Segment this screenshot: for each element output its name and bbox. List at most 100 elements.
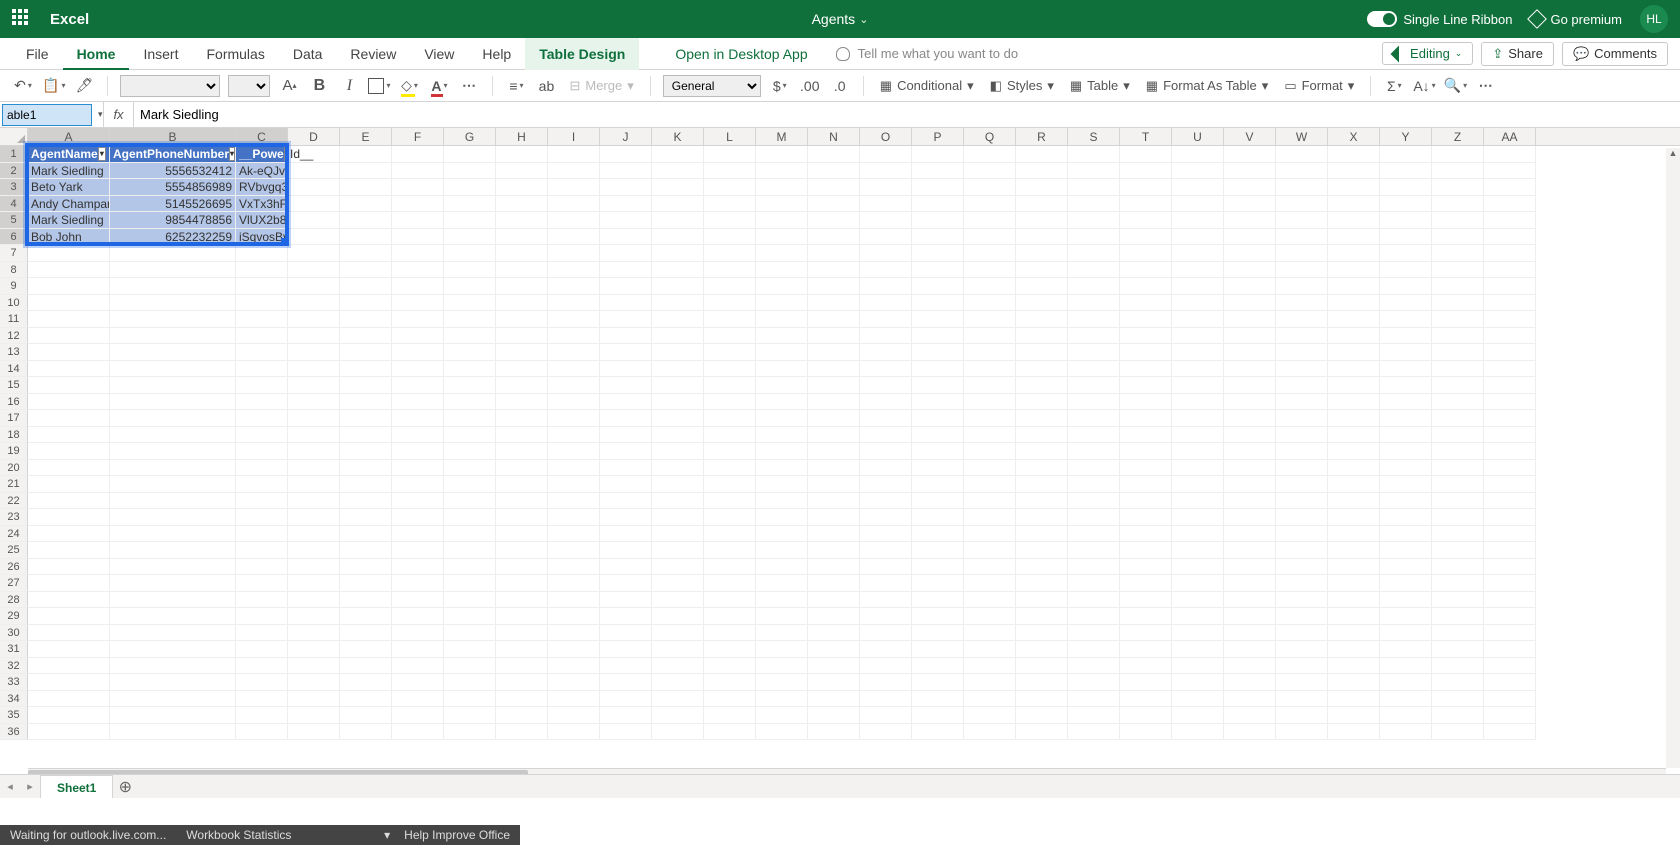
cell-Z17[interactable] [1432,410,1484,427]
cell-X36[interactable] [1328,724,1380,741]
cell-O2[interactable] [860,163,912,180]
cell-O14[interactable] [860,361,912,378]
column-header-A[interactable]: A [28,128,110,145]
cell-Y24[interactable] [1380,526,1432,543]
cell-U23[interactable] [1172,509,1224,526]
column-header-C[interactable]: C [236,128,288,145]
wrap-text-button[interactable]: ab [535,74,557,98]
cell-W31[interactable] [1276,641,1328,658]
cell-Z28[interactable] [1432,592,1484,609]
cell-J27[interactable] [600,575,652,592]
cell-L23[interactable] [704,509,756,526]
cell-AA20[interactable] [1484,460,1536,477]
cell-C29[interactable] [236,608,288,625]
cell-G20[interactable] [444,460,496,477]
cell-W21[interactable] [1276,476,1328,493]
cell-Q33[interactable] [964,674,1016,691]
cell-X5[interactable] [1328,212,1380,229]
row-header-33[interactable]: 33 [0,674,28,691]
cell-I11[interactable] [548,311,600,328]
cell-E26[interactable] [340,559,392,576]
cell-A1[interactable]: AgentName▾ [28,146,110,163]
cell-K22[interactable] [652,493,704,510]
cell-Q34[interactable] [964,691,1016,708]
cell-P25[interactable] [912,542,964,559]
cell-P5[interactable] [912,212,964,229]
cell-X11[interactable] [1328,311,1380,328]
cell-J18[interactable] [600,427,652,444]
cell-M1[interactable] [756,146,808,163]
cell-C5[interactable]: VlUX2b8E [236,212,288,229]
cell-P34[interactable] [912,691,964,708]
cell-Y31[interactable] [1380,641,1432,658]
select-all-corner[interactable] [0,128,28,145]
cell-H8[interactable] [496,262,548,279]
cell-A14[interactable] [28,361,110,378]
cell-E27[interactable] [340,575,392,592]
column-header-M[interactable]: M [756,128,808,145]
cell-Q20[interactable] [964,460,1016,477]
cell-J35[interactable] [600,707,652,724]
cell-S24[interactable] [1068,526,1120,543]
column-header-H[interactable]: H [496,128,548,145]
cell-M6[interactable] [756,229,808,246]
cell-K15[interactable] [652,377,704,394]
cell-S33[interactable] [1068,674,1120,691]
cell-S34[interactable] [1068,691,1120,708]
cell-T36[interactable] [1120,724,1172,741]
cell-B22[interactable] [110,493,236,510]
cell-U30[interactable] [1172,625,1224,642]
cell-O11[interactable] [860,311,912,328]
cell-AA34[interactable] [1484,691,1536,708]
cell-M24[interactable] [756,526,808,543]
cell-L20[interactable] [704,460,756,477]
tell-me-search[interactable]: Tell me what you want to do [836,46,1018,61]
cell-B29[interactable] [110,608,236,625]
cell-H6[interactable] [496,229,548,246]
cell-Y19[interactable] [1380,443,1432,460]
cell-K28[interactable] [652,592,704,609]
cell-N2[interactable] [808,163,860,180]
column-header-E[interactable]: E [340,128,392,145]
cell-B7[interactable] [110,245,236,262]
cell-L22[interactable] [704,493,756,510]
cell-Q23[interactable] [964,509,1016,526]
column-header-P[interactable]: P [912,128,964,145]
cell-V31[interactable] [1224,641,1276,658]
cell-Z1[interactable] [1432,146,1484,163]
cell-C27[interactable] [236,575,288,592]
cell-N36[interactable] [808,724,860,741]
cell-S11[interactable] [1068,311,1120,328]
cell-O34[interactable] [860,691,912,708]
cell-F16[interactable] [392,394,444,411]
cell-P12[interactable] [912,328,964,345]
cell-C25[interactable] [236,542,288,559]
row-header-18[interactable]: 18 [0,427,28,444]
cell-A25[interactable] [28,542,110,559]
format-button[interactable]: ▭Format▾ [1280,78,1358,94]
cell-W12[interactable] [1276,328,1328,345]
cell-V2[interactable] [1224,163,1276,180]
cell-K29[interactable] [652,608,704,625]
cell-R24[interactable] [1016,526,1068,543]
cell-I19[interactable] [548,443,600,460]
cell-U28[interactable] [1172,592,1224,609]
cell-S16[interactable] [1068,394,1120,411]
cell-P6[interactable] [912,229,964,246]
cell-AA2[interactable] [1484,163,1536,180]
cell-C4[interactable]: VxTx3hF9 [236,196,288,213]
cell-R13[interactable] [1016,344,1068,361]
cell-AA9[interactable] [1484,278,1536,295]
cell-I7[interactable] [548,245,600,262]
cell-S20[interactable] [1068,460,1120,477]
cell-V6[interactable] [1224,229,1276,246]
cell-S2[interactable] [1068,163,1120,180]
cell-N34[interactable] [808,691,860,708]
cell-K7[interactable] [652,245,704,262]
cell-R28[interactable] [1016,592,1068,609]
cell-B25[interactable] [110,542,236,559]
column-header-F[interactable]: F [392,128,444,145]
cell-G34[interactable] [444,691,496,708]
cell-I24[interactable] [548,526,600,543]
cell-C20[interactable] [236,460,288,477]
